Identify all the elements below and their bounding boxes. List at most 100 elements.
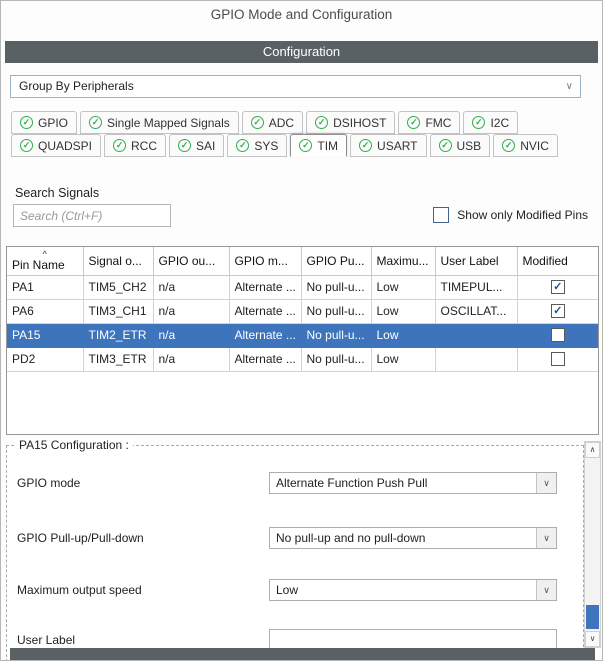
column-header-label: Maximu... (376, 253, 429, 268)
column-header[interactable]: User Label (434, 247, 518, 276)
tab-label: NVIC (520, 138, 549, 153)
column-header-label: User Label (440, 253, 499, 268)
modified-checkbox[interactable]: ✓ (550, 280, 565, 295)
column-header[interactable]: GPIO Pu... (300, 247, 372, 276)
tab-row-1: ✓ GPIO ✓ Single Mapped Signals ✓ ADC ✓ DSIHOST ✓… (11, 111, 519, 134)
config-select-maximum-output-speed[interactable]: Low ∨ (269, 579, 557, 601)
tab-label: USART (377, 138, 418, 153)
tab-label: QUADSPI (38, 138, 93, 153)
table-cell-modified: ✓ (516, 274, 598, 300)
config-field-label: GPIO Pull-up/Pull-down (17, 531, 144, 545)
table-cell: n/a (152, 298, 230, 324)
tab-label: DSIHOST (333, 115, 387, 130)
table-cell: PA15 (7, 322, 84, 348)
column-header[interactable]: Modified (516, 247, 598, 276)
scrollbar-thumb[interactable] (586, 605, 599, 629)
tab-sai[interactable]: ✓ SAI (169, 134, 225, 157)
table-cell: No pull-u... (300, 298, 372, 324)
check-circle-icon: ✓ (20, 139, 33, 152)
check-circle-icon: ✓ (472, 116, 486, 129)
tab-label: Single Mapped Signals (107, 115, 230, 130)
tab-tim[interactable]: ✓ TIM (290, 134, 348, 157)
table-cell-modified (516, 322, 598, 348)
config-select-gpio-pull-up-pull-down[interactable]: No pull-up and no pull-down ∨ (269, 527, 557, 549)
signals-table-body: PA1 TIM5_CH2 n/a Alternate ... No pull-u... L… (7, 274, 598, 372)
table-row[interactable]: PA1 TIM5_CH2 n/a Alternate ... No pull-u... L… (7, 274, 598, 300)
modified-checkbox[interactable]: ✓ (550, 304, 565, 319)
table-cell: n/a (152, 274, 230, 300)
check-circle-icon: ✓ (359, 139, 373, 152)
modified-checkbox[interactable] (550, 328, 565, 343)
column-header[interactable]: GPIO ou... (152, 247, 230, 276)
table-cell: PD2 (7, 346, 84, 372)
tab-usart[interactable]: ✓ USART (350, 134, 427, 157)
table-cell: n/a (152, 346, 230, 372)
tab-gpio[interactable]: ✓ GPIO (11, 111, 78, 134)
tab-nvic[interactable]: ✓ NVIC (493, 134, 558, 157)
show-modified-filter[interactable]: Show only Modified Pins (433, 207, 588, 223)
table-cell-modified: ✓ (516, 298, 598, 324)
tab-fmc[interactable]: ✓ FMC (398, 111, 461, 134)
show-modified-checkbox[interactable] (433, 207, 450, 223)
tab-dsihost[interactable]: ✓ DSIHOST (306, 111, 396, 134)
check-circle-icon: ✓ (89, 116, 103, 129)
tab-row-2: ✓ QUADSPI ✓ RCC ✓ SAI ✓ SYS ✓ TIM ✓ USART ✓ USB ✓ NVIC (11, 134, 558, 157)
table-cell: PA1 (7, 274, 84, 300)
tab-adc[interactable]: ✓ ADC (241, 111, 304, 134)
table-cell: TIM3_ETR (82, 346, 154, 372)
pin-config-title: PA15 Configuration : (15, 438, 133, 452)
column-header[interactable]: Signal o... (82, 247, 154, 276)
table-cell: No pull-u... (300, 346, 372, 372)
chevron-down-icon: ∨ (536, 580, 556, 600)
signals-table-head-row: ^ Pin Name Signal o... GPIO ou... GPIO m... G… (7, 247, 598, 276)
check-circle-icon: ✓ (315, 116, 329, 129)
table-cell: Low (370, 346, 436, 372)
table-cell: PA6 (7, 298, 84, 324)
table-row[interactable]: PA15 TIM2_ETR n/a Alternate ... No pull-u...… (7, 322, 598, 348)
tab-label: SYS (254, 138, 279, 153)
table-row[interactable]: PA6 TIM3_CH1 n/a Alternate ... No pull-u... L… (7, 298, 598, 324)
config-field-label: Maximum output speed (17, 583, 142, 597)
table-cell: Alternate ... (228, 322, 302, 348)
tab-single-mapped-signals[interactable]: ✓ Single Mapped Signals (80, 111, 239, 134)
column-header[interactable]: ^ Pin Name (7, 247, 84, 276)
tab-label: USB (456, 138, 482, 153)
tab-rcc[interactable]: ✓ RCC (104, 134, 167, 157)
table-cell: TIM2_ETR (82, 322, 154, 348)
tab-usb[interactable]: ✓ USB (429, 134, 491, 157)
search-input[interactable] (13, 204, 171, 227)
tab-sys[interactable]: ✓ SYS (227, 134, 288, 157)
tab-label: I2C (490, 115, 510, 130)
column-header-label: Modified (522, 253, 568, 268)
table-row[interactable]: PD2 TIM3_ETR n/a Alternate ... No pull-u... L… (7, 346, 598, 372)
scroll-down-button[interactable]: ∨ (585, 631, 600, 647)
column-header-label: Signal o... (88, 253, 142, 268)
group-by-value: Group By Peripherals (19, 79, 134, 93)
tab-quadspi[interactable]: ✓ QUADSPI (11, 134, 102, 157)
modified-checkbox[interactable] (550, 352, 565, 367)
table-cell-modified (516, 346, 598, 372)
group-by-select[interactable]: Group By Peripherals ∨ (10, 75, 581, 98)
table-cell: No pull-u... (300, 274, 372, 300)
next-section-header-partial (10, 648, 595, 660)
check-circle-icon: ✓ (438, 139, 452, 152)
column-header[interactable]: Maximu... (370, 247, 436, 276)
table-cell: TIMEPUL... (434, 274, 518, 300)
tab-i2c[interactable]: ✓ I2C (463, 111, 519, 134)
tab-label: TIM (317, 138, 339, 153)
sort-ascending-icon: ^ (42, 248, 47, 259)
config-select-gpio-mode[interactable]: Alternate Function Push Pull ∨ (269, 472, 557, 494)
table-cell (434, 346, 518, 372)
tab-label: RCC (131, 138, 158, 153)
vertical-scrollbar[interactable]: ∧ ∨ (584, 441, 601, 648)
check-circle-icon: ✓ (113, 139, 127, 152)
config-field-label: User Label (17, 633, 76, 647)
column-header[interactable]: GPIO m... (228, 247, 302, 276)
check-circle-icon: ✓ (299, 139, 313, 152)
chevron-down-icon: ∨ (536, 528, 556, 548)
tab-label: GPIO (38, 115, 69, 130)
scroll-up-button[interactable]: ∧ (585, 442, 600, 458)
table-cell: No pull-u... (300, 322, 372, 348)
chevron-up-icon: ∧ (589, 445, 596, 454)
show-modified-label: Show only Modified Pins (457, 208, 588, 222)
